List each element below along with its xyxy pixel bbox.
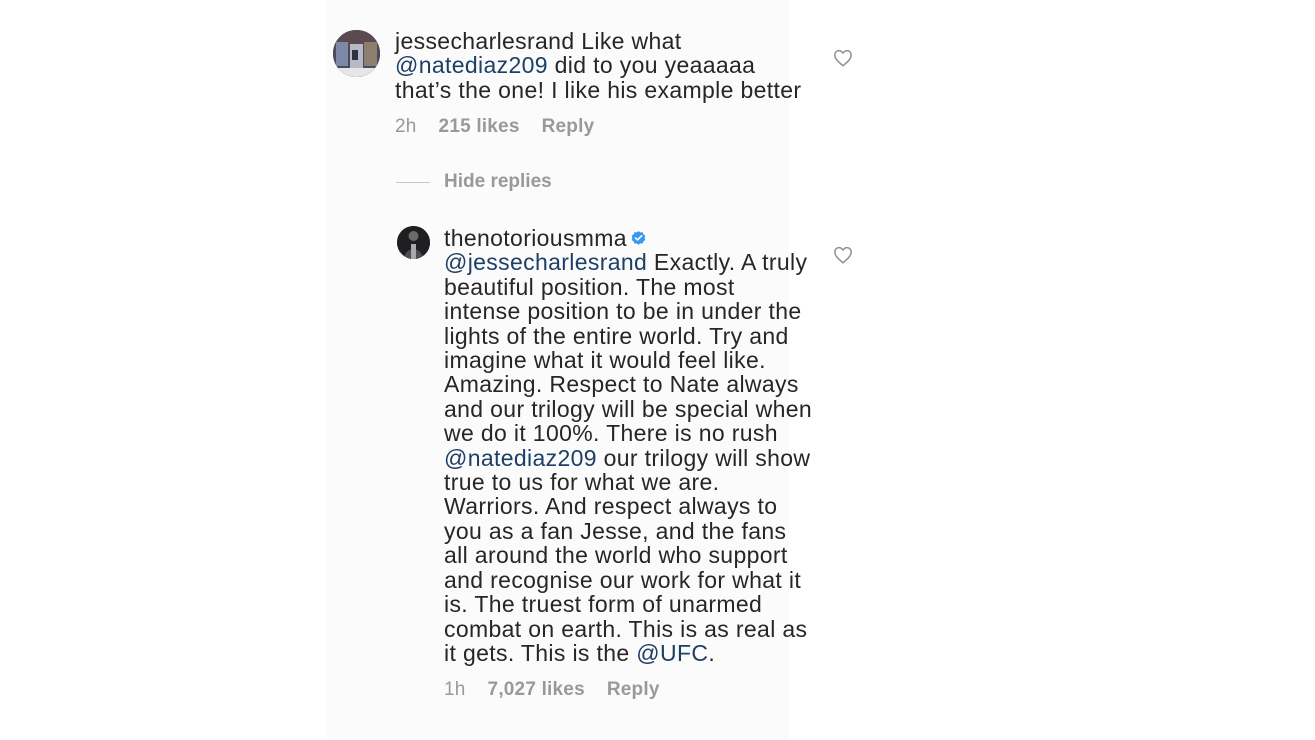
heart-outline-icon[interactable]: [833, 49, 853, 67]
hide-replies-button[interactable]: Hide replies: [396, 171, 552, 193]
hide-replies-divider: [396, 181, 430, 183]
avatar-image: [397, 226, 430, 259]
comment-likes[interactable]: 215 likes: [439, 116, 520, 137]
mention-link[interactable]: @natediaz209: [444, 445, 597, 471]
hide-replies-label: Hide replies: [444, 171, 552, 192]
mention-link[interactable]: @natediaz209: [395, 52, 548, 78]
comment-meta: 2h 215 likes Reply: [395, 116, 616, 138]
avatar-image: [333, 30, 380, 77]
comment-text-segment: Like what: [574, 28, 682, 54]
reply-meta: 1h 7,027 likes Reply: [444, 679, 682, 701]
reply-text-segment: our trilogy will show true to us for wha…: [444, 444, 811, 666]
mention-link[interactable]: @UFC: [636, 640, 708, 666]
verified-badge-icon: [631, 231, 646, 245]
mention-link[interactable]: @jessecharlesrand: [444, 249, 647, 275]
reply-button[interactable]: Reply: [542, 116, 595, 137]
comment-time[interactable]: 2h: [395, 116, 417, 137]
comment-text: jessecharlesrand Like what @natediaz209 …: [395, 29, 815, 102]
reply-text-segment: .: [708, 639, 716, 666]
reply-text: thenotoriousmma @jessecharlesrand Exactl…: [444, 226, 814, 665]
heart-outline-icon[interactable]: [833, 246, 853, 264]
reply-likes[interactable]: 7,027 likes: [488, 679, 585, 700]
comments-view: jessecharlesrand Like what @natediaz209 …: [0, 0, 1315, 740]
reply-time[interactable]: 1h: [444, 679, 466, 700]
reply-text-segment: Exactly. A truly beautiful position. The…: [444, 249, 813, 447]
reply-username[interactable]: thenotoriousmma: [444, 225, 627, 251]
avatar-thenotoriousmma[interactable]: [397, 226, 430, 259]
comment-username[interactable]: jessecharlesrand: [395, 28, 574, 54]
avatar-jessecharlesrand[interactable]: [333, 30, 380, 77]
reply-button[interactable]: Reply: [607, 679, 660, 700]
